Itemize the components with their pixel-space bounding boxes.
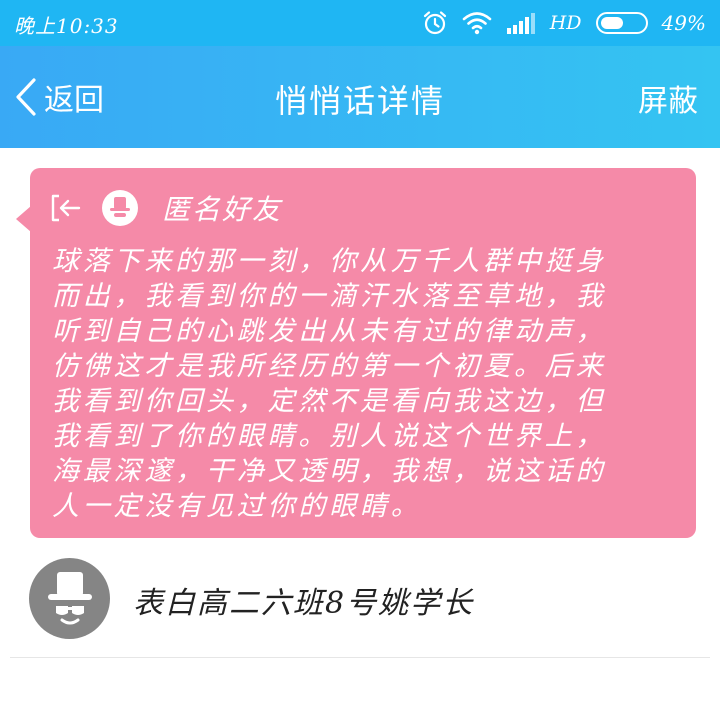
nav-bar: 返回 悄悄话详情 屏蔽: [0, 46, 720, 148]
signal-icon: [506, 13, 535, 34]
bubble-tail: [16, 206, 31, 232]
anonymous-avatar-icon: [102, 190, 138, 226]
page-title: 悄悄话详情: [274, 82, 445, 120]
status-bar: 晚上10:33 HD 49%: [0, 0, 720, 46]
message-bubble: 匿名好友 球落下来的那一刻，你从万千人群中挺身 而出，我看到你的一滴汗水落至草地…: [30, 168, 696, 538]
battery-percent: 49%: [661, 11, 706, 35]
battery-icon: [595, 12, 648, 34]
avatar: [29, 558, 110, 639]
bubble-header: 匿名好友: [50, 190, 282, 226]
status-time: 晚上10:33: [14, 14, 119, 38]
recipient-text: 表白高二六班8号姚学长: [133, 586, 475, 621]
status-icons: HD 49%: [422, 8, 706, 38]
network-type-label: HD: [549, 12, 582, 34]
exit-arrow-icon[interactable]: [50, 193, 82, 223]
anonymous-hat-icon: [47, 571, 92, 624]
wifi-icon: [462, 12, 492, 35]
alarm-icon: [423, 11, 446, 35]
battery-level: [600, 17, 623, 29]
message-body: 球落下来的那一刻，你从万千人群中挺身 而出，我看到你的一滴汗水落至草地，我 听到…: [52, 246, 607, 522]
recipient-row[interactable]: 表白高二六班8号姚学长: [0, 548, 720, 652]
divider: [10, 657, 710, 658]
block-button[interactable]: 屏蔽: [638, 76, 698, 120]
message-sender: 匿名好友: [162, 193, 283, 226]
